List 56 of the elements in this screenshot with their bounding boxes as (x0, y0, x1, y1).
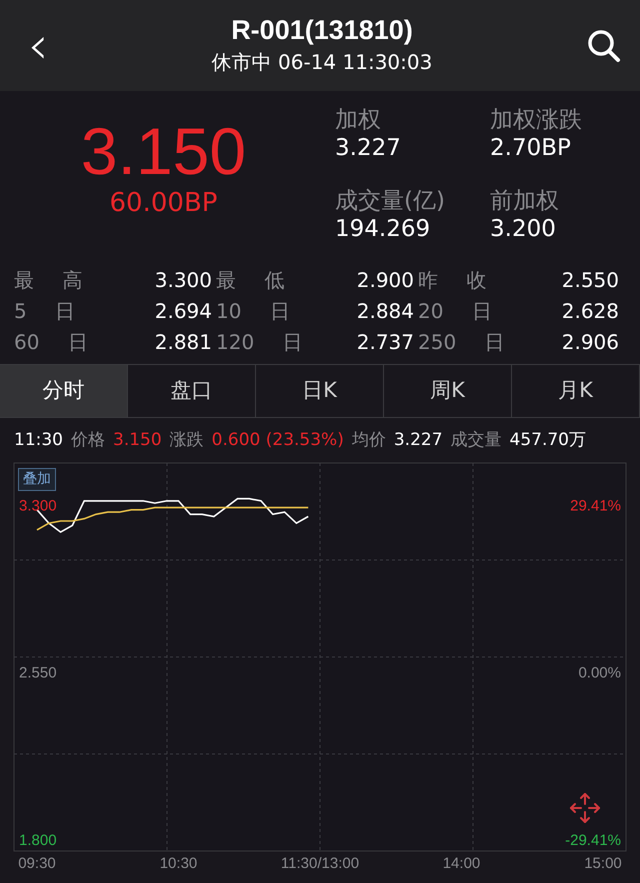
last-price: 3.150 (80, 118, 246, 184)
field-label: 前加权 (490, 188, 560, 216)
axis-label: 14:00 (442, 854, 480, 872)
field-value: 194.269 (335, 216, 432, 242)
stat-label: 120 日 (216, 329, 303, 356)
axis-label: 10:30 (160, 854, 198, 872)
field-value: 3.227 (335, 134, 402, 162)
stat-value: 2.628 (562, 298, 619, 325)
percent-label: 0.00% (578, 664, 621, 682)
search-button[interactable] (586, 28, 622, 64)
field-label: 加权涨跌 (490, 107, 583, 135)
stat-value: 2.550 (562, 267, 619, 294)
stat-value: 2.694 (154, 298, 212, 325)
field-label: 加权 (335, 107, 382, 135)
axis-label: 2.550 (19, 664, 57, 682)
stock-title: R-001(131810) (230, 14, 414, 47)
stat-value: 2.881 (154, 329, 212, 356)
expand-icon[interactable] (570, 792, 600, 822)
overlay-button[interactable]: 叠加 (18, 468, 56, 490)
stat-label: 昨 收 (418, 267, 486, 294)
price-change: 60.00BP (110, 186, 218, 220)
stat-label: 最 高 (14, 267, 82, 294)
stat-label: 最 低 (216, 267, 284, 294)
back-button[interactable]: ‹ (18, 20, 58, 72)
time-text: 11:30 (14, 429, 63, 452)
stat-label: 20 日 (418, 298, 492, 325)
info-label: 成交量 (450, 429, 502, 452)
percent-label: 29.41% (570, 496, 621, 514)
field-value: 3.200 (490, 216, 557, 242)
axis-label: 15:00 (584, 854, 622, 872)
stat-value: 3.300 (154, 267, 212, 294)
info-label: 价格 (71, 429, 105, 452)
market-status: 休市中 06-14 11:30:03 (212, 48, 432, 76)
stat-label: 10 日 (216, 298, 290, 325)
stat-label: 250 日 (418, 329, 505, 356)
axis-label: 11:30/13:00 (280, 854, 360, 872)
percent-label: -29.41% (565, 831, 621, 848)
chart-tab[interactable]: 分时 (0, 365, 128, 417)
stat-value: 2.737 (356, 329, 414, 356)
field-label: 成交量(亿) (335, 188, 446, 216)
stat-value: 2.884 (356, 298, 414, 325)
info-value: 0.600 (23.53%) (212, 429, 344, 452)
stat-label: 60 日 (14, 329, 88, 356)
axis-label: 3.300 (19, 496, 57, 514)
axis-label: 09:30 (18, 854, 56, 872)
axis-label: 1.800 (19, 831, 57, 848)
info-value: 457.70万 (510, 429, 586, 452)
info-label: 涨跌 (170, 429, 204, 452)
search-icon (586, 28, 622, 64)
info-value: 3.227 (394, 429, 443, 452)
stat-value: 2.900 (356, 267, 414, 294)
stat-label: 5 日 (14, 298, 76, 325)
stat-value: 2.906 (562, 329, 619, 356)
info-label: 均价 (352, 429, 386, 452)
field-value: 2.70BP (490, 134, 572, 162)
info-value: 3.150 (113, 429, 162, 452)
